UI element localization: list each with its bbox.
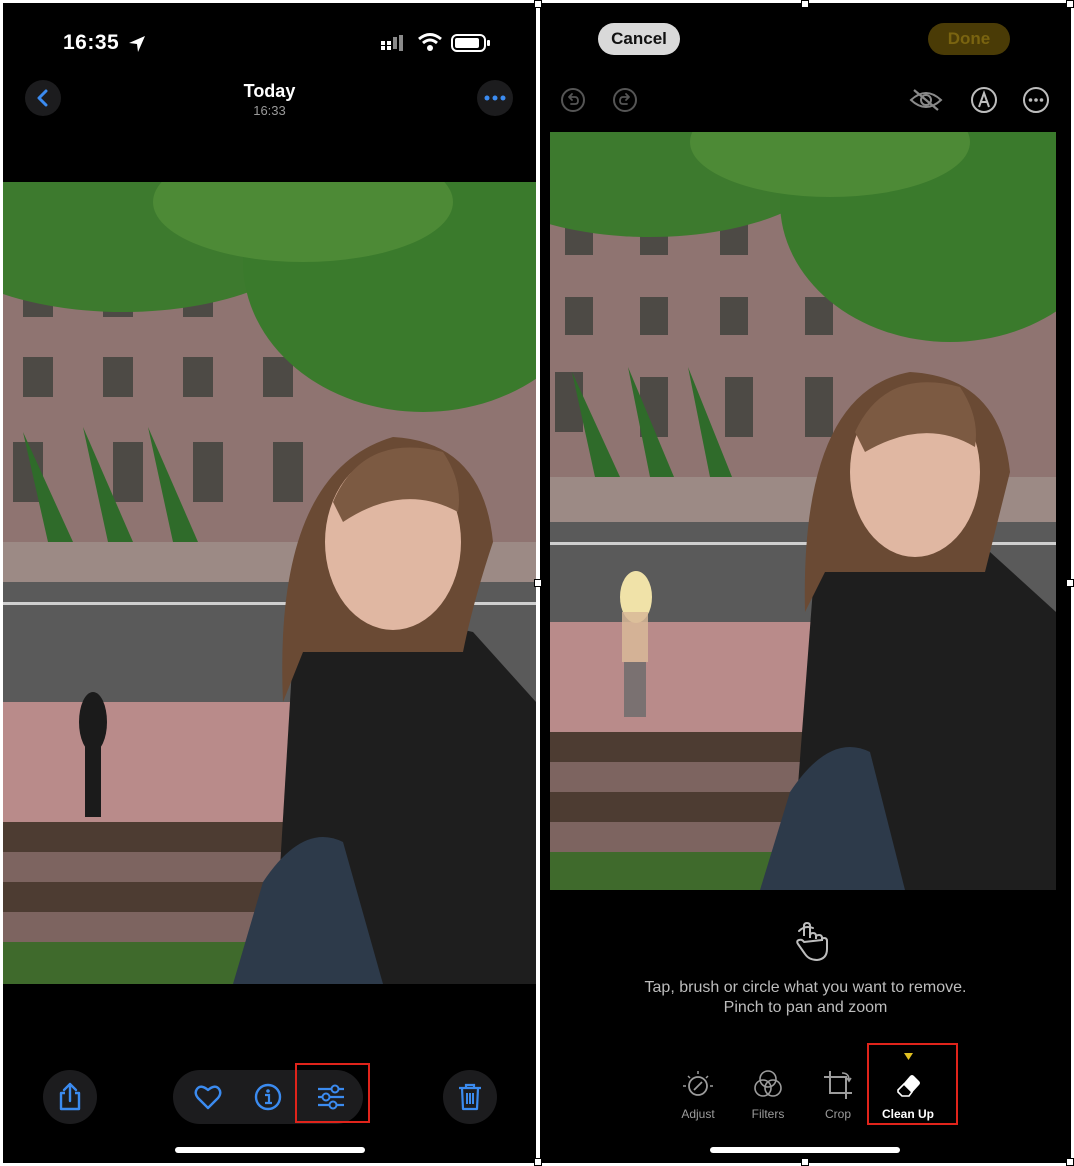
more-button[interactable] (1021, 85, 1051, 115)
status-time: 16:35 (63, 31, 120, 54)
resize-handle (1066, 1158, 1074, 1166)
tap-gesture-icon (796, 922, 828, 961)
more-button[interactable] (477, 80, 513, 116)
tool-adjust[interactable]: Adjust (663, 1069, 733, 1121)
resize-handle (801, 1158, 809, 1166)
status-bar: 16:35 (3, 29, 536, 59)
wifi-icon (418, 33, 442, 51)
photo-viewer-screen: 16:35 Today 16:33 (3, 3, 536, 1163)
markup-pen-icon (971, 87, 997, 113)
resize-handle (534, 1158, 542, 1166)
tool-crop[interactable]: Crop (803, 1069, 873, 1121)
hint-line-2: Pinch to pan and zoom (723, 999, 888, 1016)
undo-icon (561, 88, 585, 112)
done-button[interactable]: Done (928, 23, 1010, 55)
share-icon (59, 1082, 81, 1111)
tool-label: Crop (824, 1107, 851, 1121)
tool-filters[interactable]: Filters (733, 1069, 803, 1121)
photo[interactable] (3, 182, 536, 984)
ellipsis-icon (484, 95, 506, 101)
heart-icon (194, 1085, 222, 1110)
hide-button[interactable] (908, 85, 944, 115)
nav-title: Today (243, 81, 296, 101)
ellipsis-circle-icon (1023, 87, 1049, 113)
resize-handle (534, 0, 542, 8)
tool-label: Filters (751, 1107, 785, 1121)
photo-image (550, 132, 1056, 890)
filters-circles-icon (754, 1070, 782, 1097)
adjust-dial-icon (683, 1071, 713, 1096)
home-indicator[interactable] (175, 1147, 365, 1153)
redo-button[interactable] (610, 85, 640, 115)
clean-up-screen: Cancel Done Tap, brush or circle what yo… (540, 3, 1071, 1163)
info-button[interactable] (238, 1070, 298, 1124)
edit-button-highlight (295, 1063, 370, 1123)
crop-icon (824, 1071, 852, 1099)
editable-photo[interactable] (550, 132, 1056, 890)
photo-image (3, 182, 536, 984)
resize-handle (801, 0, 809, 8)
cellular-signal-icon (381, 35, 403, 51)
redo-icon (613, 88, 637, 112)
undo-button[interactable] (558, 85, 588, 115)
battery-icon (451, 34, 490, 52)
tool-label: Adjust (681, 1107, 715, 1121)
location-arrow-icon (129, 36, 145, 52)
clean-up-highlight (867, 1043, 958, 1125)
share-button[interactable] (43, 1070, 97, 1124)
favorite-button[interactable] (178, 1070, 238, 1124)
markup-button[interactable] (969, 85, 999, 115)
resize-handle (1066, 579, 1074, 587)
info-icon (254, 1083, 282, 1111)
eye-slash-icon (909, 89, 943, 111)
nav-subtitle: 16:33 (253, 103, 286, 118)
cancel-button[interactable]: Cancel (598, 23, 680, 55)
resize-handle (534, 579, 542, 587)
home-indicator[interactable] (710, 1147, 900, 1153)
delete-button[interactable] (443, 1070, 497, 1124)
trash-icon (459, 1083, 481, 1111)
resize-handle (1066, 0, 1074, 8)
hint-line-1: Tap, brush or circle what you want to re… (644, 979, 967, 996)
